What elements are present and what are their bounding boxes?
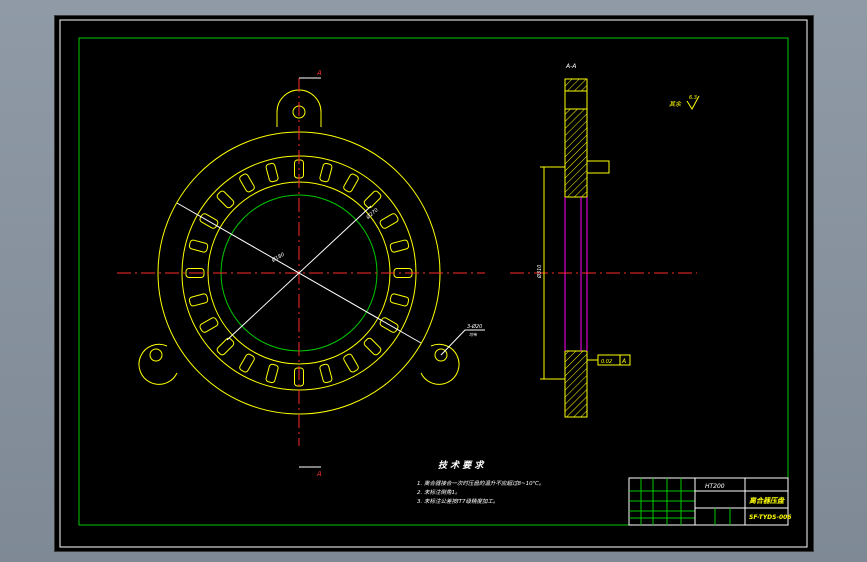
title-drawing-no: SF-TYDS-006 — [749, 514, 791, 521]
ventilation-slot — [239, 173, 255, 193]
hole-dim-label-2: 均布 — [469, 332, 478, 337]
dia-bolt-label: Ø180 — [270, 251, 286, 264]
ventilation-slot — [216, 190, 235, 209]
drawing-sheet: A A A-A Ø180 Ø270 3-Ø20 均布 Ø310 A 0.02 其… — [59, 19, 808, 548]
ventilation-slot — [239, 353, 255, 373]
left-ear-outline — [138, 343, 178, 385]
tolerance-label: 0.02 — [601, 359, 612, 365]
section-boss — [586, 160, 610, 174]
note-item-1: 1. 离合器接合一次时压盘的温升不应超过8~10℃。 — [417, 480, 544, 487]
ventilation-slot — [265, 162, 279, 183]
section-view — [510, 78, 697, 418]
dim-left-label: Ø310 — [536, 265, 543, 279]
ventilation-slot — [343, 353, 359, 373]
ventilation-slot — [363, 337, 382, 356]
front-view — [117, 77, 485, 468]
ventilation-slot — [389, 293, 410, 307]
hole-dim-label: 3-Ø20 — [467, 323, 482, 330]
ventilation-slot — [319, 363, 333, 384]
ventilation-slot — [389, 239, 410, 253]
ventilation-slot — [363, 190, 382, 209]
left-ear-hole — [149, 348, 163, 362]
ventilation-slot — [216, 337, 235, 356]
right-ear-outline — [420, 343, 460, 385]
cad-viewport[interactable]: A A A-A Ø180 Ø270 3-Ø20 均布 Ø310 A 0.02 其… — [54, 15, 814, 552]
section-view-title: A-A — [565, 63, 576, 70]
section-label-top: A — [316, 69, 322, 77]
ventilation-slot — [379, 213, 399, 229]
datum-label: A — [621, 358, 626, 365]
note-item-3: 3. 未标注公差按IT7级精度加工。 — [417, 498, 498, 505]
ventilation-slot — [188, 239, 209, 253]
roughness-label: 其余 — [669, 100, 682, 108]
section-label-bottom: A — [316, 470, 322, 478]
ventilation-slot — [319, 162, 333, 183]
section-bottom-block — [564, 350, 588, 418]
roughness-value: 6.3 — [689, 95, 697, 101]
notes-title: 技 术 要 求 — [438, 460, 485, 471]
title-part-name: 离合器压盘 — [749, 496, 785, 505]
hole-dim-leader — [440, 329, 485, 356]
ventilation-slot — [265, 363, 279, 384]
ventilation-slot — [188, 293, 209, 307]
section-gap-top — [564, 90, 588, 110]
inner-border — [78, 37, 789, 526]
ventilation-slot — [343, 173, 359, 193]
ventilation-slot — [199, 317, 219, 333]
note-item-2: 2. 未标注倒角1。 — [417, 489, 461, 496]
title-material: HT200 — [705, 483, 725, 490]
